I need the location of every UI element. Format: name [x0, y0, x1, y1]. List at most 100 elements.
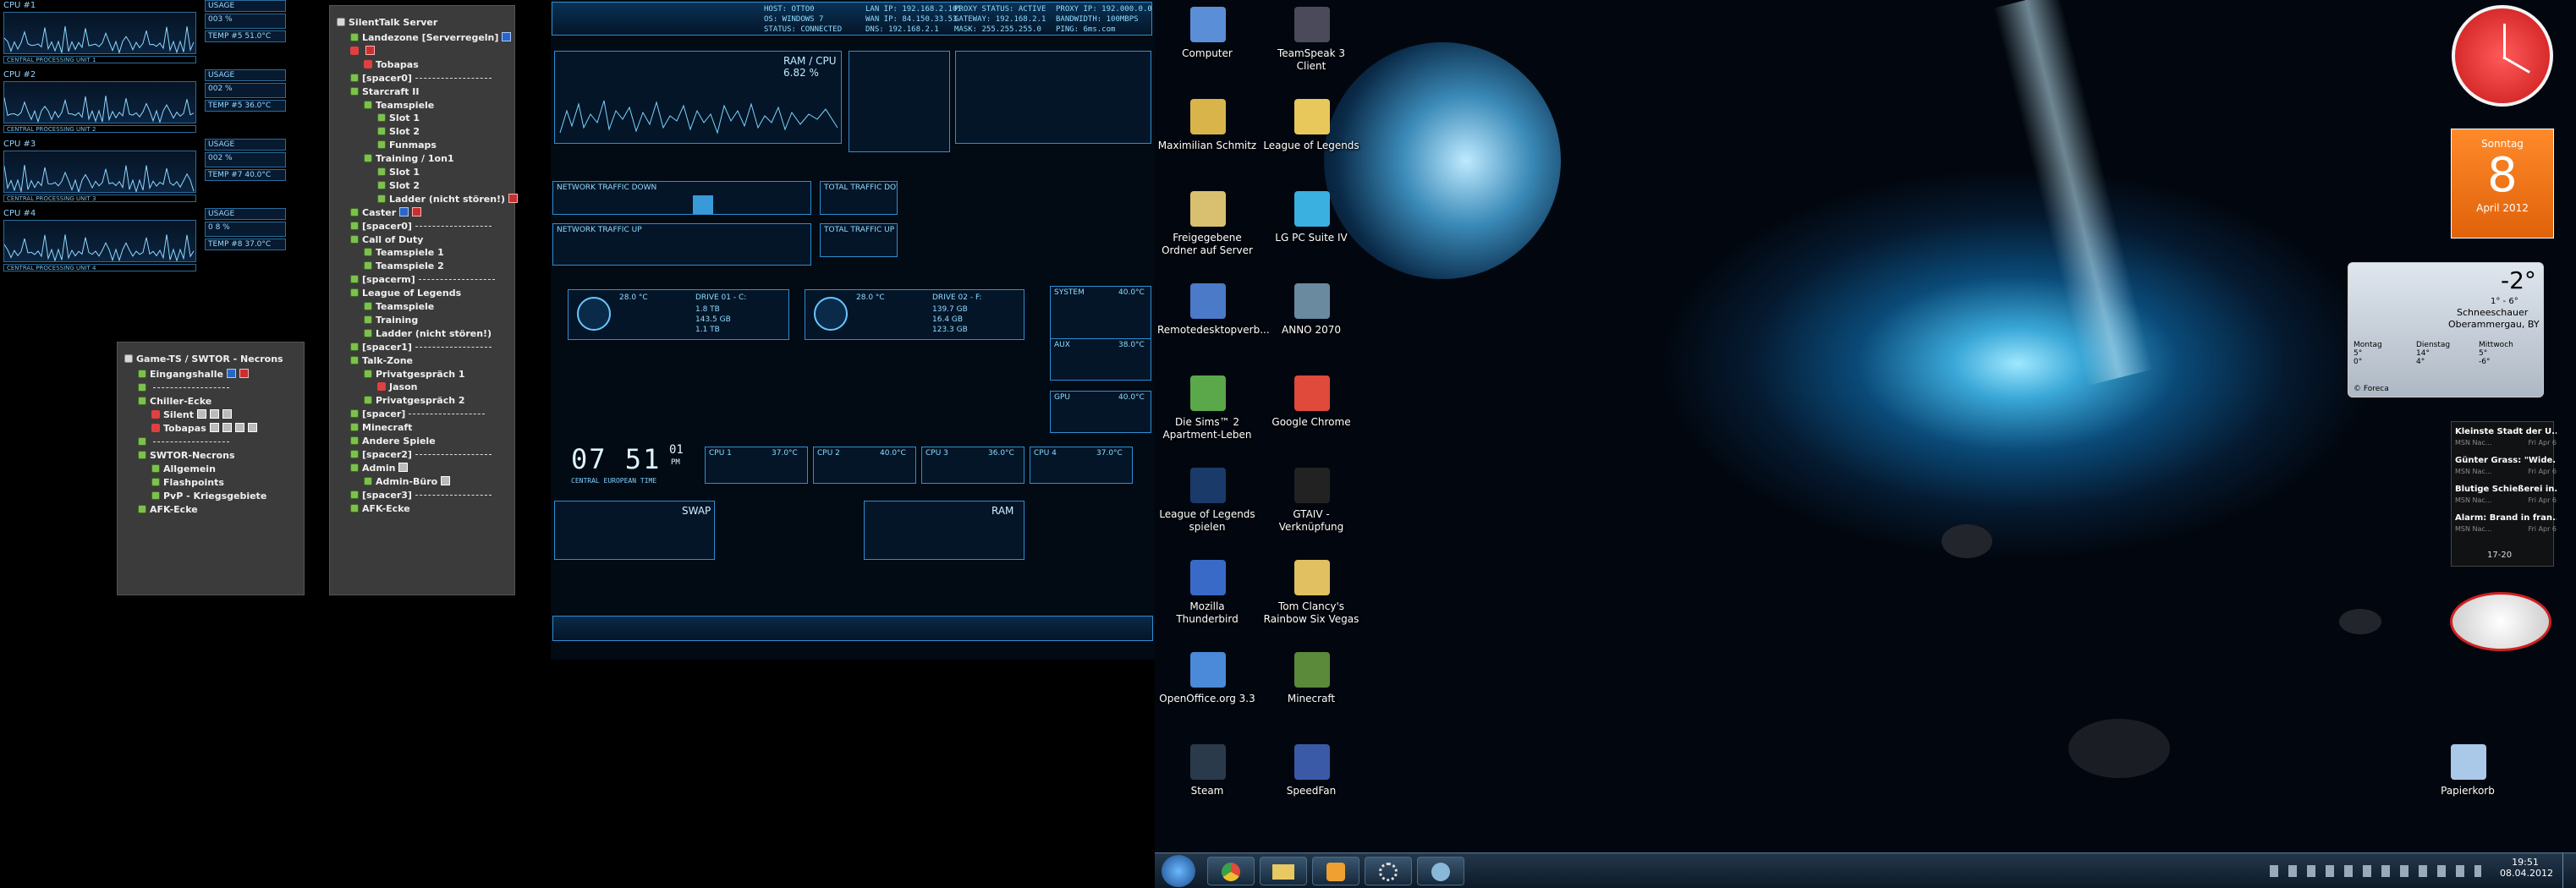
- ts-user[interactable]: Jason: [377, 381, 417, 393]
- ts-channel[interactable]: Slot 2: [377, 125, 420, 138]
- ts-channel[interactable]: Privatgespräch 1: [364, 368, 465, 381]
- news-source: MSN Nac... Fri Apr 6: [2455, 496, 2557, 504]
- taskbar-mediaplayer-button[interactable]: [1312, 857, 1359, 885]
- news-pager[interactable]: 17-20: [2487, 551, 2512, 560]
- desktop-icon[interactable]: Minecraft: [1261, 647, 1361, 732]
- ts-channel[interactable]: Ladder (nicht stören!): [364, 327, 492, 340]
- ts-spacer[interactable]: [spacer2]: [350, 448, 492, 461]
- ts-channel[interactable]: Caster: [350, 206, 422, 219]
- ts-channel[interactable]: Slot 1: [377, 166, 420, 178]
- teamspeak-viewer-silenttalk: SilentTalk Server Landezone [Serverregel…: [329, 5, 519, 595]
- desktop-icon[interactable]: Maximilian Schmitz: [1157, 94, 1257, 178]
- ts-spacer[interactable]: [138, 436, 229, 448]
- desktop-icon[interactable]: League of Legends spielen: [1157, 463, 1257, 547]
- desktop-icon[interactable]: GTAIV - Verknüpfung: [1261, 463, 1361, 547]
- taskbar-chrome-button[interactable]: [1207, 857, 1255, 885]
- desktop-icon[interactable]: Steam: [1157, 739, 1257, 824]
- ts-channel[interactable]: AFK-Ecke: [138, 503, 198, 516]
- ts-channel[interactable]: AFK-Ecke: [350, 502, 410, 515]
- news-headline[interactable]: Blutige Schießerei in...: [2455, 485, 2557, 494]
- ts-channel[interactable]: Teamspiele: [364, 300, 434, 313]
- channel-icon: [350, 86, 359, 96]
- ts-channel[interactable]: Call of Duty: [350, 233, 423, 246]
- desktop-icon[interactable]: TeamSpeak 3 Client: [1261, 2, 1361, 86]
- tray-icons[interactable]: [2270, 865, 2481, 877]
- taskbar-clock[interactable]: 19:51 08.04.2012: [2500, 857, 2553, 879]
- desktop-icon[interactable]: Tom Clancy's Rainbow Six Vegas: [1261, 555, 1361, 639]
- desktop-icon[interactable]: Die Sims™ 2 Apartment-Leben: [1157, 370, 1257, 455]
- ts-channel[interactable]: Chiller-Ecke: [138, 395, 211, 408]
- ts-channel[interactable]: Privatgespräch 2: [364, 394, 465, 407]
- meter-gadget[interactable]: [2450, 592, 2551, 651]
- desktop-icon[interactable]: LG PC Suite IV: [1261, 186, 1361, 271]
- analog-clock-gadget[interactable]: [2452, 5, 2553, 107]
- desktop-icon[interactable]: ANNO 2070: [1261, 278, 1361, 363]
- aux-temp-panel: AUX 38.0°C: [1050, 338, 1151, 381]
- desktop-icon[interactable]: Remotedesktopverb...: [1157, 278, 1270, 363]
- ts-channel[interactable]: Teamspiele 1: [364, 246, 444, 259]
- ts-channel[interactable]: Funmaps: [377, 139, 437, 151]
- calendar-gadget[interactable]: Sonntag 8 April 2012: [2451, 129, 2554, 238]
- news-gadget[interactable]: Kleinste Stadt der U... MSN Nac... Fri Ap…: [2451, 421, 2557, 567]
- ts-channel[interactable]: Flashpoints: [151, 476, 224, 489]
- taskbar-teamspeak-button[interactable]: [1417, 857, 1464, 885]
- taskbar-explorer-button[interactable]: [1260, 857, 1307, 885]
- ts-user[interactable]: Tobapas: [151, 422, 257, 435]
- channel-icon: [350, 423, 359, 432]
- desktop-icon[interactable]: Freigegebene Ordner auf Server: [1157, 186, 1257, 271]
- ts-channel[interactable]: Slot 1: [377, 112, 420, 124]
- ts-channel[interactable]: Starcraft II: [350, 85, 419, 98]
- teamspeak-icon: [1431, 863, 1450, 881]
- ts-channel[interactable]: Minecraft: [350, 421, 412, 434]
- ts-user[interactable]: [350, 45, 375, 58]
- status-flag-icon: [399, 206, 409, 217]
- weather-gadget[interactable]: -2° 1° - 6° Schneeschauer Oberammergau, …: [2348, 262, 2544, 397]
- taskbar-app-button[interactable]: [1365, 857, 1412, 885]
- ts-channel[interactable]: Andere Spiele: [350, 435, 436, 447]
- ts-channel[interactable]: Teamspiele 2: [364, 260, 444, 272]
- ts-channel[interactable]: Admin-Büro: [364, 475, 451, 488]
- ts-channel[interactable]: Ladder (nicht stören!): [377, 193, 519, 206]
- ts-channel[interactable]: Teamspiele: [364, 99, 434, 112]
- show-desktop-button[interactable]: [2562, 853, 2574, 888]
- ts-spacer[interactable]: [spacer0]: [350, 72, 492, 85]
- ts-channel[interactable]: Allgemein: [151, 463, 216, 475]
- ts-channel[interactable]: Landezone [Serverregeln]: [350, 31, 512, 44]
- desktop-icon-label: Maximilian Schmitz: [1157, 140, 1257, 151]
- ts-user[interactable]: Tobapas: [364, 58, 419, 71]
- ts-channel[interactable]: League of Legends: [350, 287, 461, 299]
- ts-channel[interactable]: Training: [364, 314, 418, 326]
- ts-server-name[interactable]: Game-TS / SWTOR - Necrons: [124, 353, 283, 365]
- desktop-icon-label: Die Sims™ 2 Apartment-Leben: [1162, 416, 1252, 441]
- desktop-icon[interactable]: Mozilla Thunderbird: [1157, 555, 1257, 639]
- ts-spacer[interactable]: [spacer0]: [350, 220, 492, 233]
- desktop-icon[interactable]: Computer: [1157, 2, 1257, 86]
- ts-channel[interactable]: Admin: [350, 462, 409, 474]
- ts-spacer[interactable]: [spacerm]: [350, 273, 495, 286]
- ts-spacer[interactable]: [spacer]: [350, 408, 486, 420]
- ts-spacer[interactable]: [138, 381, 229, 394]
- ts-channel[interactable]: PvP - Kriegsgebiete: [151, 490, 266, 502]
- news-headline[interactable]: Alarm: Brand in fran...: [2455, 513, 2557, 523]
- ts-channel[interactable]: Talk-Zone: [350, 354, 413, 367]
- cpu-temp-label: CPU 2: [817, 449, 840, 458]
- ts-server-name[interactable]: SilentTalk Server: [337, 16, 437, 29]
- ts-channel[interactable]: SWTOR-Necrons: [138, 449, 235, 462]
- ts-user[interactable]: Silent: [151, 408, 233, 421]
- desktop-icon[interactable]: OpenOffice.org 3.3: [1157, 647, 1257, 732]
- desktop-icon[interactable]: SpeedFan: [1261, 739, 1361, 824]
- desktop-icon[interactable]: Papierkorb: [2418, 739, 2518, 824]
- bandwidth-text: BANDWIDTH: 100MBPS: [1056, 15, 1139, 24]
- app-icon: [1294, 468, 1330, 503]
- ts-row-label: Teamspiele: [376, 99, 435, 111]
- ts-spacer[interactable]: [spacer1]: [350, 341, 492, 354]
- ts-spacer[interactable]: [spacer3]: [350, 489, 492, 502]
- ts-channel[interactable]: Slot 2: [377, 179, 420, 192]
- news-headline[interactable]: Günter Grass: "Wide...: [2455, 456, 2557, 465]
- desktop-icon[interactable]: Google Chrome: [1261, 370, 1361, 455]
- news-headline[interactable]: Kleinste Stadt der U...: [2455, 427, 2557, 436]
- ts-channel[interactable]: Training / 1on1: [364, 152, 454, 165]
- desktop-icon[interactable]: League of Legends: [1261, 94, 1361, 178]
- start-button[interactable]: [1162, 855, 1195, 887]
- ts-channel[interactable]: Eingangshalle: [138, 368, 249, 381]
